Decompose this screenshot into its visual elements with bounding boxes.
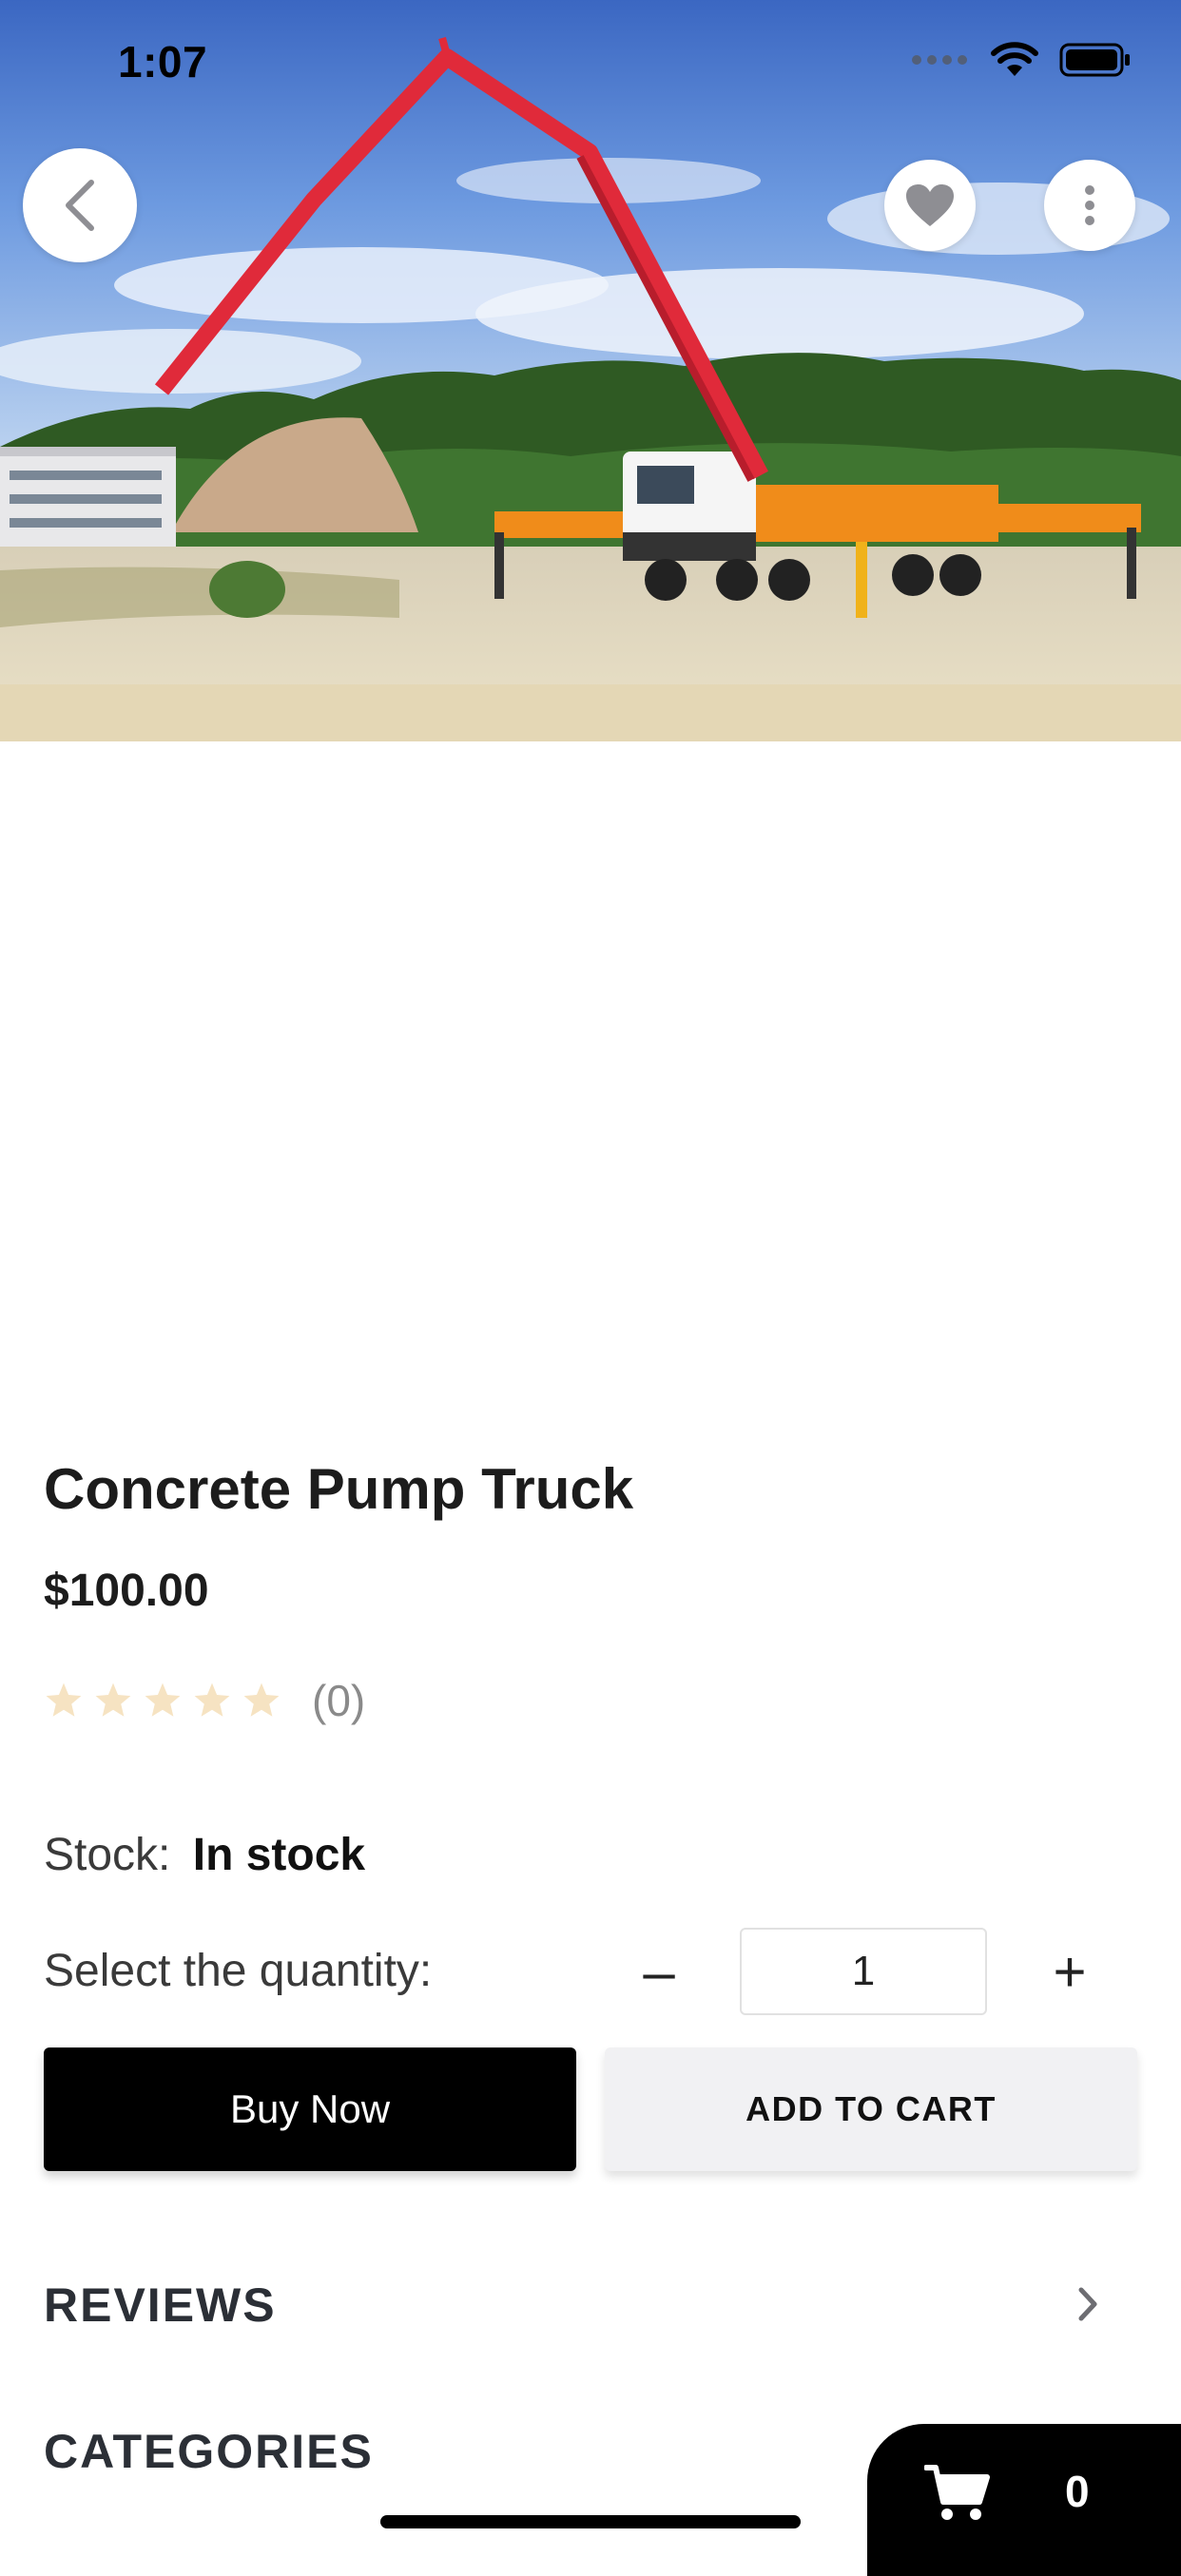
more-options-button[interactable] — [1044, 160, 1135, 251]
quantity-decrease-button[interactable]: – — [616, 1926, 702, 2017]
buy-now-button[interactable]: Buy Now — [44, 2047, 576, 2171]
rating-stars — [44, 1681, 281, 1721]
quantity-label: Select the quantity: — [44, 1946, 433, 1996]
shopping-cart-icon — [924, 2465, 990, 2520]
add-to-cart-button[interactable]: ADD TO CART — [605, 2047, 1137, 2171]
product-rating[interactable]: (0) — [44, 1675, 365, 1726]
chevron-left-icon — [66, 180, 94, 231]
star-icon — [46, 1682, 82, 1717]
home-indicator — [380, 2515, 801, 2528]
star-icon — [243, 1682, 280, 1717]
status-time: 1:07 — [118, 37, 208, 87]
wifi-icon — [991, 42, 1038, 76]
categories-label: CATEGORIES — [44, 2425, 374, 2478]
favorite-button[interactable] — [884, 160, 976, 251]
signal-icon — [912, 55, 967, 65]
stock-status: Stock: In stock — [44, 1829, 365, 1881]
cart-count-badge: 0 — [1065, 2467, 1090, 2516]
quantity-increase-button[interactable]: + — [1027, 1926, 1113, 2017]
stock-value: In stock — [192, 1830, 366, 1880]
battery-icon — [1059, 43, 1130, 77]
star-icon — [145, 1682, 181, 1717]
product-title: Concrete Pump Truck — [44, 1457, 634, 1521]
rating-count: (0) — [312, 1676, 366, 1725]
star-icon — [194, 1682, 230, 1717]
quantity-input[interactable]: 1 — [740, 1928, 987, 2015]
cart-button[interactable]: 0 — [867, 2424, 1181, 2576]
product-price: $100.00 — [44, 1566, 209, 1616]
heart-icon — [906, 184, 954, 226]
back-button[interactable] — [23, 148, 137, 262]
chevron-right-icon — [1078, 2287, 1097, 2321]
star-icon — [95, 1682, 131, 1717]
reviews-label: REVIEWS — [44, 2278, 277, 2332]
more-vertical-icon — [1085, 185, 1094, 225]
status-icons — [911, 42, 1132, 78]
reviews-section-link[interactable]: REVIEWS — [44, 2278, 1137, 2338]
product-hero-image — [0, 0, 1181, 741]
stock-label: Stock: — [44, 1830, 171, 1880]
